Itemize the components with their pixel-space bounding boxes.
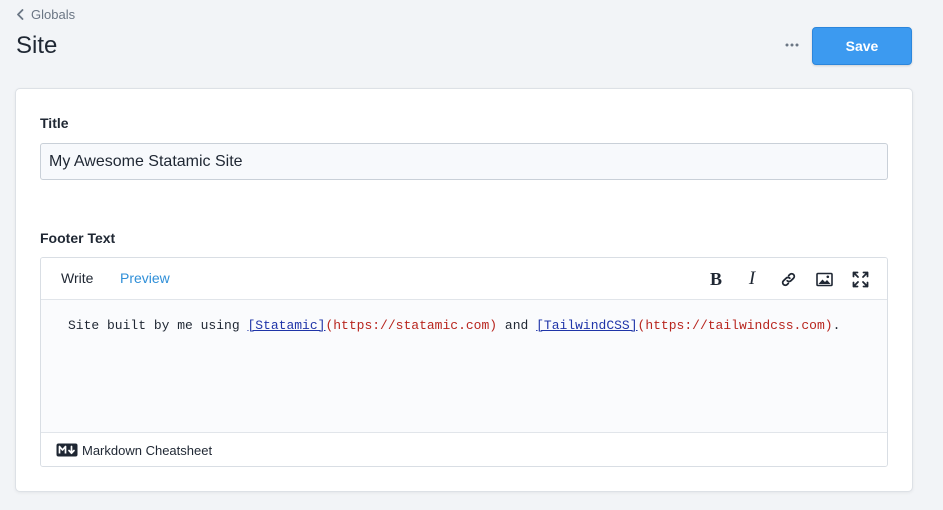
footer-text-suffix: . — [832, 318, 841, 333]
markdown-link-url-statamic: (https://statamic.com) — [325, 318, 498, 333]
image-icon — [815, 272, 833, 286]
tab-preview[interactable]: Preview — [120, 270, 170, 286]
breadcrumb-label: Globals — [31, 7, 76, 22]
chevron-left-icon — [17, 9, 24, 20]
footer-text-prefix: Site built by me using — [68, 318, 248, 333]
markdown-link-text-tailwind: [TailwindCSS] — [536, 318, 638, 333]
footer-text-editor-area[interactable]: Site built by me using [Statamic](https:… — [41, 300, 887, 432]
globals-form-card: Title Footer Text Write Preview B I — [15, 88, 913, 492]
expand-icon — [852, 271, 868, 287]
tab-write[interactable]: Write — [61, 270, 93, 286]
page-title: Site — [16, 32, 58, 59]
link-button[interactable] — [777, 268, 799, 290]
italic-button[interactable]: I — [741, 268, 763, 290]
markdown-link-url-tailwind: (https://tailwindcss.com) — [637, 318, 833, 333]
footer-text-middle: and — [497, 318, 537, 333]
markdown-link-text-statamic: [Statamic] — [247, 318, 326, 333]
markdown-icon — [56, 443, 78, 457]
editor-toolbar: Write Preview B I — [41, 258, 887, 300]
bold-button[interactable]: B — [705, 268, 727, 290]
footer-text-field-label: Footer Text — [40, 230, 116, 246]
link-icon — [781, 272, 795, 286]
title-field-label: Title — [40, 115, 69, 131]
image-button[interactable] — [813, 268, 835, 290]
cheatsheet-label: Markdown Cheatsheet — [82, 442, 213, 458]
breadcrumb[interactable]: Globals — [16, 7, 75, 22]
markdown-editor: Write Preview B I Site built by me using… — [40, 257, 888, 467]
more-options-button[interactable] — [778, 34, 806, 56]
more-dots-icon — [785, 43, 799, 47]
title-input[interactable] — [40, 143, 888, 180]
markdown-cheatsheet-link[interactable]: Markdown Cheatsheet — [41, 432, 887, 466]
fullscreen-button[interactable] — [849, 268, 871, 290]
save-button[interactable]: Save — [812, 27, 912, 65]
